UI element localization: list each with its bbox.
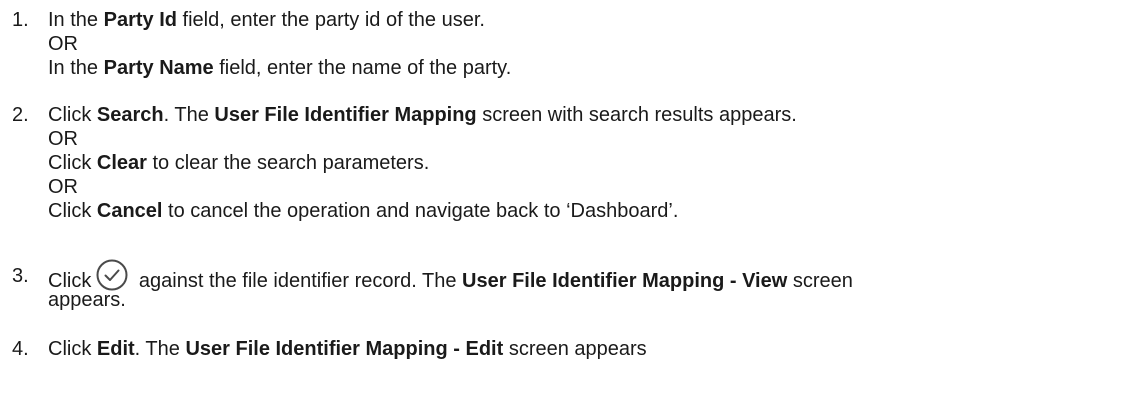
screen-name: User File Identifier Mapping - Edit [185, 338, 504, 360]
text: In the [48, 9, 104, 31]
button-name-cancel: Cancel [96, 200, 163, 222]
step-line: In the Party Id field, enter the party i… [48, 8, 1130, 32]
text: screen [787, 270, 853, 292]
screen-name: User File Identifier Mapping - View [462, 270, 788, 292]
or-separator: OR [48, 176, 78, 198]
text: Click [48, 104, 97, 126]
step-line: Click against the file identifier record… [48, 258, 1130, 292]
text: In the [48, 57, 104, 79]
check-circle-icon [95, 258, 129, 292]
field-name-party-name: Party Name [103, 57, 214, 79]
step-line: Click Search. The User File Identifier M… [48, 103, 1130, 127]
step-body: Click Edit. The User File Identifier Map… [48, 337, 1130, 361]
step-line: Click Cancel to cancel the operation and… [48, 199, 1130, 223]
text: to cancel the operation and navigate bac… [162, 200, 679, 222]
step-body: Click Search. The User File Identifier M… [48, 103, 1130, 223]
text: Click [48, 338, 97, 360]
field-name-party-id: Party Id [103, 9, 177, 31]
step-number: 3. [12, 265, 29, 287]
text: against the file identifier record. The [133, 270, 463, 292]
text: . The [134, 338, 186, 360]
button-name-clear: Clear [96, 152, 147, 174]
screen-name: User File Identifier Mapping [214, 104, 477, 126]
or-separator: OR [48, 33, 78, 55]
text: field, enter the party id of the user. [176, 9, 485, 31]
step-number: 1. [12, 9, 29, 31]
text: screen appears [503, 338, 647, 360]
step-line: Click Clear to clear the search paramete… [48, 151, 1130, 175]
text: Click [48, 152, 97, 174]
text: to clear the search parameters. [146, 152, 430, 174]
button-name-search: Search [96, 104, 164, 126]
text: screen with search results appears. [476, 104, 797, 126]
step-body: In the Party Id field, enter the party i… [48, 8, 1130, 80]
or-separator: OR [48, 128, 78, 150]
step-body: Click against the file identifier record… [48, 258, 1130, 312]
step-line: In the Party Name field, enter the name … [48, 56, 1130, 80]
step-number: 4. [12, 338, 29, 360]
step-line: Click Edit. The User File Identifier Map… [48, 337, 1130, 361]
text: field, enter the name of the party. [213, 57, 512, 79]
text: . The [163, 104, 215, 126]
text: Click [48, 200, 97, 222]
step-number: 2. [12, 104, 29, 126]
button-name-edit: Edit [96, 338, 135, 360]
